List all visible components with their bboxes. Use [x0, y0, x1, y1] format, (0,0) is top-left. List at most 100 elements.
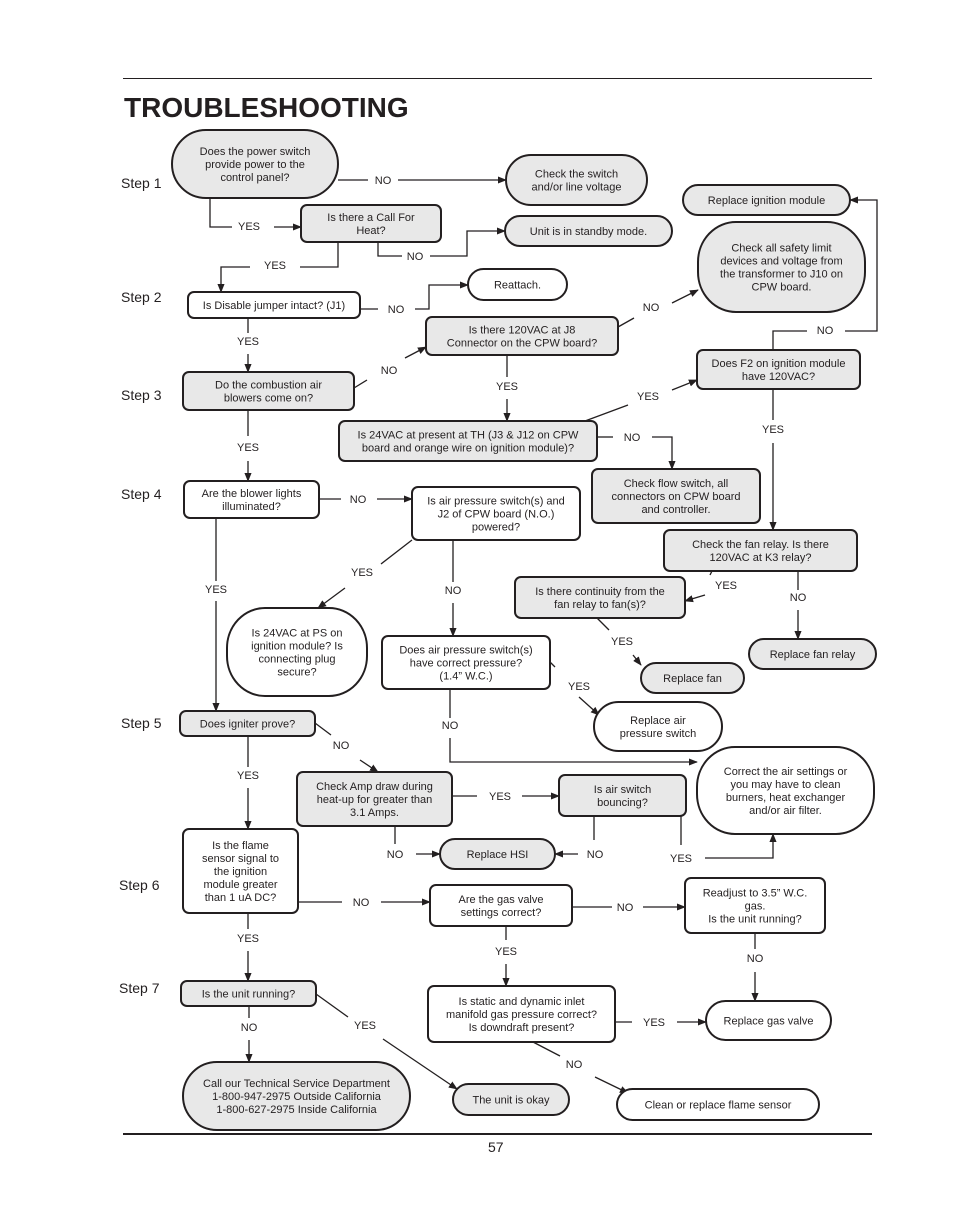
node-ps24: Is 24VAC at PS onignition module? Isconn…: [226, 607, 368, 697]
node-text-line: Is the unit running?: [202, 989, 296, 1001]
edge-label-yes: YES: [496, 381, 518, 393]
node-text-line: powered?: [472, 522, 520, 534]
edge-amp_draw-to-air_bouncing: YES: [452, 791, 560, 803]
node-text-line: Check the fan relay. Is there: [692, 539, 829, 551]
edge-label-yes: YES: [238, 221, 260, 233]
node-text-line: Check flow switch, all: [624, 478, 729, 490]
node-aps-pressure: Does air pressure switch(s)have correct …: [381, 635, 551, 690]
arrow-icon: [359, 759, 379, 773]
node-text-line: devices and voltage from: [720, 256, 842, 268]
edge-label-yes: YES: [205, 584, 227, 596]
connector-line: [377, 242, 402, 257]
node-text-line: sensor signal to: [202, 853, 279, 865]
node-blowers: Do the combustion airblowers come on?: [182, 371, 355, 411]
node-text-line: connecting plug: [258, 654, 335, 666]
arrow-icon: [705, 833, 777, 859]
arrow-icon: [594, 1076, 629, 1094]
node-replace-hsi: Replace HSI: [439, 838, 556, 870]
arrow-icon: [684, 594, 706, 603]
edge-label-no: NO: [587, 849, 604, 861]
edge-label-no: NO: [747, 953, 764, 965]
edge-j8-to-check_safety: NO: [617, 289, 699, 328]
edge-power_switch-to-check_switch: NO: [338, 175, 507, 187]
edge-amp_draw-to-replace_hsi: NO: [387, 826, 441, 861]
edge-label-yes: YES: [611, 636, 633, 648]
connector-line: [314, 722, 332, 736]
node-text-line: the ignition: [214, 866, 267, 878]
edge-jumper-to-reattach: NO: [360, 281, 469, 316]
node-text-line: Is 24VAC at present at TH (J3 & J12 on C…: [358, 430, 580, 442]
edge-label-yes: YES: [637, 391, 659, 403]
node-replace-gas-valve: Replace gas valve: [705, 1000, 832, 1041]
node-text-line: Check the switch: [535, 169, 618, 181]
node-text-line: Is air switch: [594, 784, 651, 796]
node-reattach: Reattach.: [467, 268, 568, 301]
node-text-line: Is there a Call For: [327, 212, 415, 224]
node-text-line: Replace fan relay: [770, 649, 856, 661]
edge-label-no: NO: [333, 740, 350, 752]
edge-label-yes: YES: [237, 770, 259, 782]
connector-line: [532, 1041, 561, 1057]
node-text-line: (1.4” W.C.): [439, 671, 492, 683]
node-jumper: Is Disable jumper intact? (J1): [187, 291, 361, 319]
step-label: Step 6: [119, 877, 160, 893]
node-text-line: module greater: [204, 879, 278, 891]
node-text-line: the transformer to J10 on: [720, 269, 843, 281]
edge-label-yes: YES: [568, 681, 590, 693]
node-text-line: J2 of CPW board (N.O.): [438, 509, 555, 521]
node-text-line: Does the power switch: [200, 146, 311, 158]
node-text-line: burners, heat exchanger: [726, 792, 846, 804]
edge-label-no: NO: [566, 1059, 583, 1071]
node-text-line: Replace fan: [663, 673, 722, 685]
edge-label-yes: YES: [237, 336, 259, 348]
node-call-service: Call our Technical Service Department1-8…: [182, 1061, 411, 1131]
arrow-icon: [632, 654, 642, 666]
edge-label-no: NO: [241, 1022, 258, 1034]
steps-layer: Step 1 Step 2 Step 3 Step 4 Step 5 Step 6 Step…: [119, 175, 162, 996]
node-text-line: Are the blower lights: [202, 488, 302, 500]
edge-label-yes: YES: [643, 1017, 665, 1029]
node-text-line: CPW board.: [752, 282, 812, 294]
node-unit-okay: The unit is okay: [452, 1083, 570, 1116]
node-th24: Is 24VAC at present at TH (J3 & J12 on C…: [338, 420, 598, 462]
node-text-line: blowers come on?: [224, 393, 313, 405]
node-text-line: Check Amp draw during: [316, 781, 433, 793]
node-text-line: Is 24VAC at PS on: [252, 628, 343, 640]
node-unit-running: Is the unit running?: [180, 980, 317, 1007]
arrow-icon: [415, 281, 469, 310]
edge-igniter-to-flame_signal: YES: [237, 736, 259, 830]
node-text-line: Does igniter prove?: [200, 719, 295, 731]
node-text-line: Does air pressure switch(s): [399, 645, 532, 657]
edge-label-yes: YES: [264, 260, 286, 272]
node-text-line: Connector on the CPW board?: [447, 338, 597, 350]
node-replace-aps: Replace airpressure switch: [593, 701, 723, 752]
edge-gas_valve_settings-to-static_dynamic: YES: [495, 926, 517, 987]
node-text-line: illuminated?: [222, 501, 281, 513]
node-text-line: Clean or replace flame sensor: [645, 1100, 792, 1112]
edge-unit_running-to-call_service: NO: [241, 1006, 258, 1063]
node-fan-relay: Check the fan relay. Is there120VAC at K…: [663, 529, 858, 572]
node-text-line: Replace HSI: [467, 849, 529, 861]
edge-continuity-to-replace_fan: YES: [596, 617, 642, 666]
node-text-line: Is the unit running?: [708, 914, 802, 926]
edge-label-no: NO: [442, 720, 459, 732]
connector-line: [353, 379, 368, 389]
node-text-line: 1-800-627-2975 Inside California: [216, 1104, 377, 1116]
connector-line: [315, 993, 349, 1018]
edge-blower_lights-to-igniter: YES: [205, 518, 227, 712]
node-text-line: fan relay to fan(s)?: [554, 599, 646, 611]
edge-label-no: NO: [617, 902, 634, 914]
node-text-line: settings correct?: [461, 907, 542, 919]
edge-call_for_heat-to-jumper: YES: [217, 242, 339, 293]
edge-label-yes: YES: [237, 442, 259, 454]
node-flame-signal: Is the flamesensor signal tothe ignition…: [182, 828, 299, 914]
node-text-line: and/or line voltage: [532, 182, 622, 194]
edge-label-no: NO: [350, 494, 367, 506]
edge-flame_signal-to-unit_running: YES: [237, 913, 259, 982]
node-check-switch: Check the switchand/or line voltage: [505, 154, 648, 206]
edge-blowers-to-j8: NO: [353, 346, 427, 389]
edge-label-yes: YES: [715, 580, 737, 592]
edge-label-yes: YES: [354, 1020, 376, 1032]
edge-aps_powered-to-ps24: YES: [317, 539, 413, 609]
step-label: Step 1: [121, 175, 162, 191]
